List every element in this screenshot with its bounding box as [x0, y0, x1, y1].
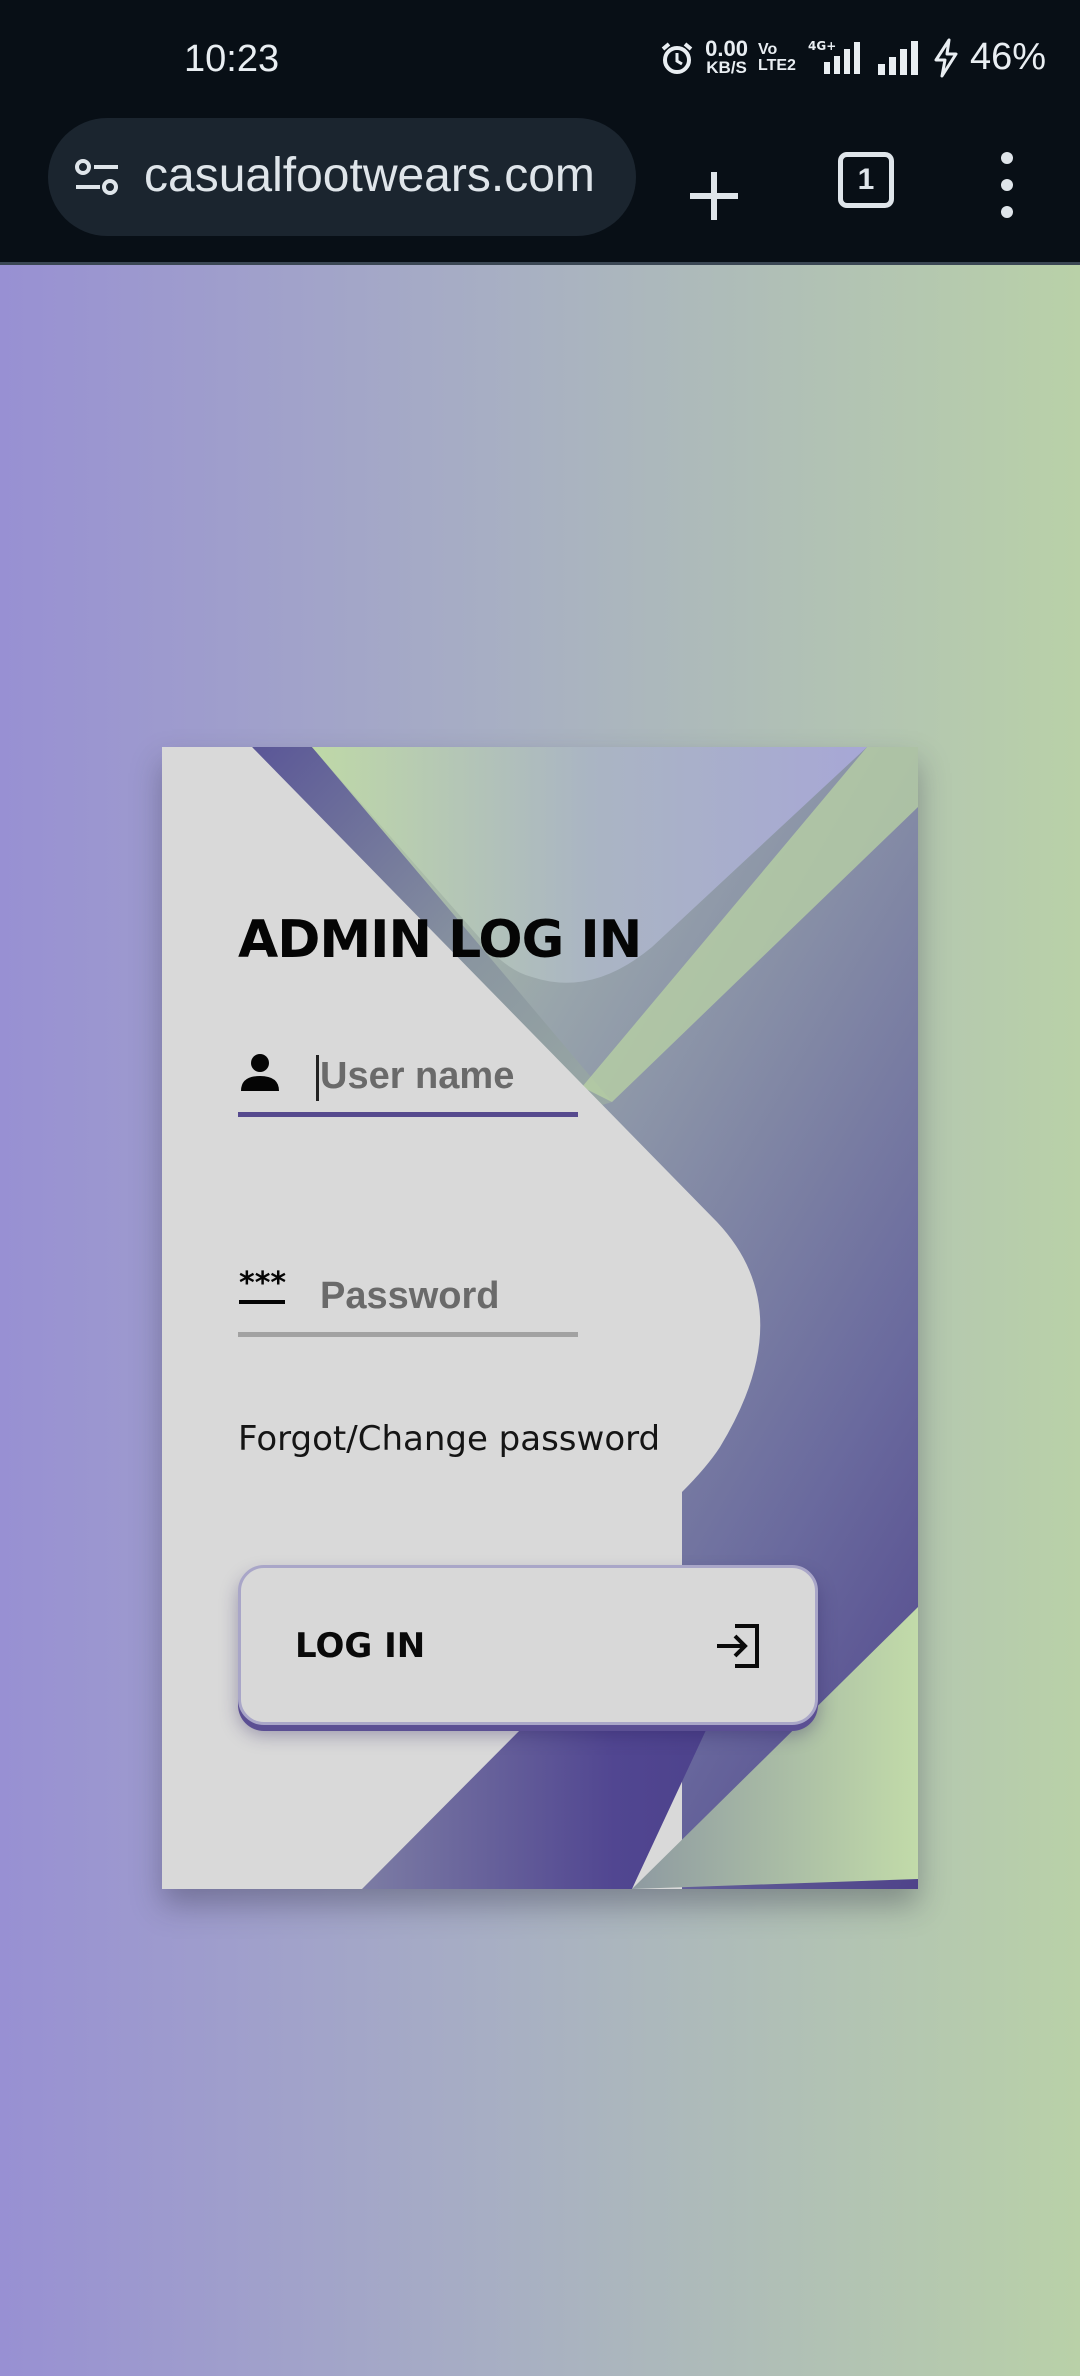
url-text[interactable]: casualfootwears.com — [144, 148, 595, 203]
more-menu-icon[interactable] — [994, 150, 1020, 220]
user-icon — [238, 1051, 282, 1100]
password-input[interactable] — [318, 1265, 578, 1327]
username-input[interactable] — [318, 1045, 578, 1107]
browser-toolbar: casualfootwears.com 1 — [0, 118, 1080, 265]
net-speed-unit: KB/S — [706, 57, 747, 77]
address-bar[interactable]: casualfootwears.com — [48, 118, 636, 236]
password-field: *** — [238, 1257, 578, 1337]
network-type-label: 4G+ — [808, 39, 836, 53]
username-underline — [238, 1112, 578, 1117]
password-icon-text: *** — [239, 1266, 286, 1301]
alarm-icon — [659, 40, 695, 76]
status-bar: 10:23 0.00 KB/S Vo LTE2 4G+ 46% — [0, 0, 1080, 118]
signal-4g-icon: 4G+ — [806, 38, 866, 78]
password-underline — [238, 1332, 578, 1337]
status-icons: 0.00 KB/S Vo LTE2 4G+ 46% — [659, 36, 1046, 79]
signal-icon — [876, 40, 922, 76]
login-button[interactable]: LOG IN — [238, 1565, 818, 1725]
volte-bottom: LTE2 — [758, 56, 796, 74]
login-card: ADMIN LOG IN *** Forgot/Change password … — [162, 747, 918, 1889]
login-button-label: LOG IN — [295, 1626, 426, 1666]
username-field — [238, 1037, 578, 1117]
volte-indicator: Vo LTE2 — [758, 40, 796, 74]
forgot-password-link[interactable]: Forgot/Change password — [238, 1419, 660, 1459]
page-title: ADMIN LOG IN — [238, 910, 642, 970]
new-tab-icon[interactable] — [686, 142, 742, 220]
battery-level: 46% — [969, 36, 1046, 78]
status-time: 10:23 — [184, 38, 280, 80]
charging-icon — [932, 38, 960, 78]
site-settings-icon[interactable] — [74, 156, 120, 203]
volte-top: Vo — [758, 40, 778, 58]
net-speed: 0.00 KB/S — [705, 35, 748, 77]
tab-switcher-button[interactable]: 1 — [838, 152, 894, 208]
password-icon: *** — [238, 1265, 288, 1320]
net-speed-value: 0.00 — [705, 35, 748, 61]
login-arrow-icon — [713, 1622, 761, 1675]
